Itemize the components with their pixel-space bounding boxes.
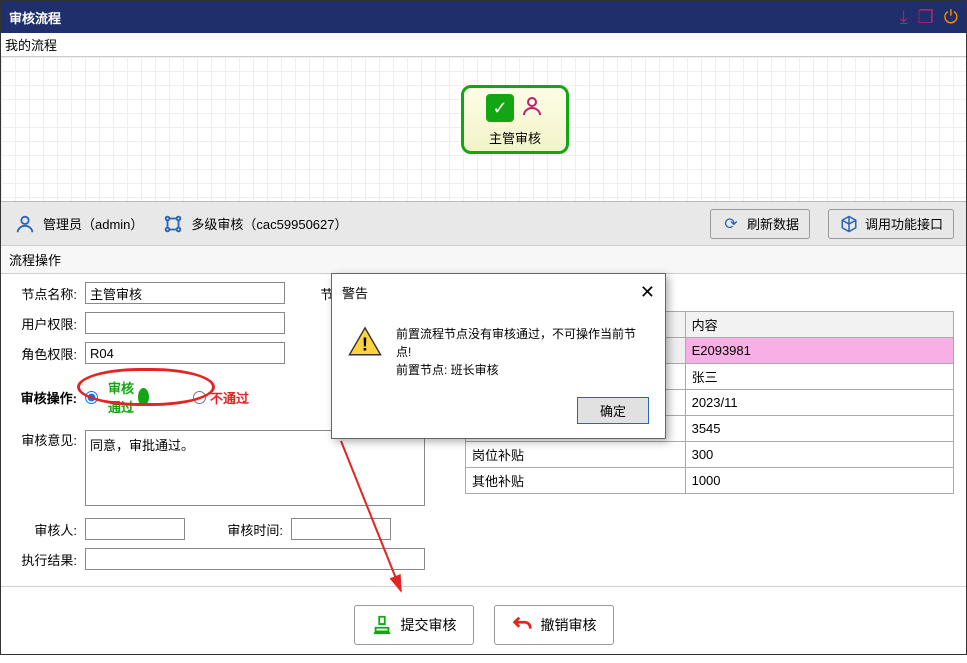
dialog-close-icon[interactable]: ✕	[640, 282, 655, 303]
review-time-label: 审核时间:	[213, 520, 283, 539]
opinion-textarea[interactable]	[85, 430, 425, 506]
flow-node-supervisor[interactable]: ✓ 主管审核	[461, 85, 569, 154]
reviewer-label: 审核人:	[13, 520, 77, 539]
action-label: 审核操作:	[13, 388, 77, 407]
result-input[interactable]	[85, 548, 425, 570]
node-label: 主管审核	[464, 128, 566, 147]
bottom-buttons: 提交审核 撤销审核	[1, 586, 966, 663]
user-icon	[13, 212, 37, 236]
table-row[interactable]: 岗位补贴300	[466, 442, 954, 468]
flow-info: 多级审核（cac59950627）	[161, 212, 347, 236]
node-name-label: 节点名称:	[13, 284, 77, 303]
table-row[interactable]: 其他补贴1000	[466, 468, 954, 494]
flow-canvas: ✓ 主管审核	[1, 57, 966, 202]
person-icon	[520, 94, 544, 118]
info-bar: 管理员（admin） 多级审核（cac59950627） ⟳ 刷新数据 调用功能…	[1, 202, 966, 246]
check-icon: ✓	[138, 388, 149, 406]
minimize-icon[interactable]: ⤓	[900, 7, 908, 28]
titlebar: 审核流程 ⤓ ❐ ⏻	[1, 1, 966, 33]
col-header-content: 内容	[685, 312, 953, 338]
refresh-icon: ⟳	[721, 214, 741, 234]
svg-text:!: !	[362, 334, 368, 355]
review-time-input[interactable]	[291, 518, 391, 540]
undo-button[interactable]: 撤销审核	[494, 605, 614, 645]
maximize-icon[interactable]: ❐	[918, 7, 934, 28]
window-title: 审核流程	[9, 8, 61, 27]
cube-icon	[839, 214, 859, 234]
result-label: 执行结果:	[13, 550, 77, 569]
warning-icon: !	[348, 325, 382, 359]
flow-icon	[161, 212, 185, 236]
dialog-title: 警告	[342, 283, 368, 302]
close-icon[interactable]: ⏻	[944, 7, 958, 28]
node-name-input[interactable]	[85, 282, 285, 304]
titlebar-buttons: ⤓ ❐ ⏻	[900, 7, 958, 28]
role-perm-input[interactable]	[85, 342, 285, 364]
user-info: 管理员（admin）	[13, 212, 143, 236]
opinion-label: 审核意见:	[13, 430, 77, 449]
clipboard-check-icon: ✓	[486, 94, 514, 122]
undo-icon	[511, 614, 533, 636]
reviewer-input[interactable]	[85, 518, 185, 540]
refresh-button[interactable]: ⟳ 刷新数据	[710, 209, 810, 239]
role-perm-label: 角色权限:	[13, 344, 77, 363]
my-flow-label: 我的流程	[1, 33, 966, 57]
invoke-button[interactable]: 调用功能接口	[828, 209, 954, 239]
section-title: 流程操作	[1, 246, 966, 274]
stamp-icon	[371, 614, 393, 636]
dialog-ok-button[interactable]: 确定	[577, 397, 649, 424]
radio-pass[interactable]: 审核通过 ✓	[85, 378, 149, 416]
warning-dialog: 警告 ✕ ! 前置流程节点没有审核通过，不可操作当前节点! 前置节点: 班长审核…	[331, 273, 666, 439]
user-perm-label: 用户权限:	[13, 314, 77, 333]
submit-button[interactable]: 提交审核	[354, 605, 474, 645]
user-perm-input[interactable]	[85, 312, 285, 334]
dialog-message: 前置流程节点没有审核通过，不可操作当前节点! 前置节点: 班长审核	[396, 325, 649, 379]
radio-fail[interactable]: 不通过	[193, 388, 257, 407]
